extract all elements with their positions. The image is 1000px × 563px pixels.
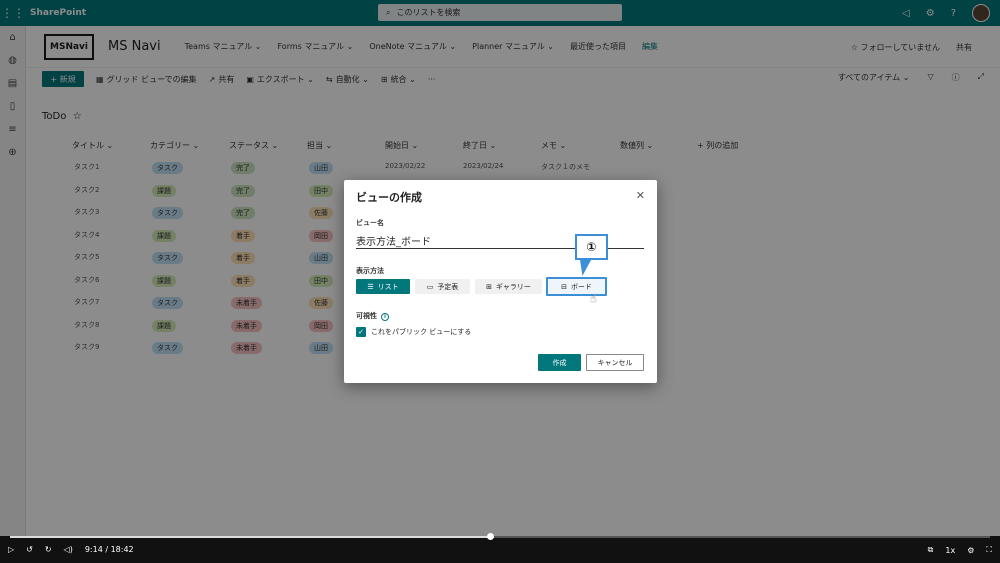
public-view-checkbox[interactable]: ✓ [356, 327, 366, 337]
calendar-icon: ▭ [426, 282, 434, 291]
view-name-label: ビュー名 [356, 219, 384, 227]
display-method-label: 表示方法 [356, 267, 384, 275]
video-progress-bar[interactable] [10, 533, 990, 540]
video-progress-knob[interactable] [487, 533, 495, 540]
public-view-option[interactable]: ✓ これをパブリック ビューにする [356, 327, 471, 337]
volume-icon[interactable]: ◁) [64, 545, 73, 554]
video-controls-right: ⧉ 1x ⚙ ⛶ [928, 545, 992, 555]
view-type-gallery-button[interactable]: ⊞ ギャラリー [475, 279, 542, 294]
settings-icon[interactable]: ⚙ [967, 546, 974, 555]
view-type-list-label: リスト [377, 282, 399, 291]
forward-icon[interactable]: ↻ [45, 545, 52, 554]
video-time: 9:14 / 18:42 [84, 545, 134, 554]
picture-in-picture-icon[interactable]: ⧉ [928, 545, 934, 555]
visibility-label-text: 可視性 [356, 312, 377, 320]
create-button[interactable]: 作成 [538, 354, 581, 371]
info-icon[interactable]: i [381, 313, 389, 321]
play-icon[interactable]: ▷ [8, 545, 14, 554]
hand-cursor-icon: ☝ [590, 292, 597, 305]
view-type-board-label: ボード [570, 282, 592, 291]
video-progress-fill [10, 536, 491, 538]
rewind-icon[interactable]: ↺ [26, 545, 33, 554]
fullscreen-icon[interactable]: ⛶ [986, 545, 992, 555]
close-icon[interactable]: ✕ [636, 189, 645, 202]
playback-speed[interactable]: 1x [945, 546, 955, 555]
board-icon: ⊟ [561, 282, 567, 291]
gallery-icon: ⊞ [486, 282, 492, 291]
video-controls: ▷ ↺ ↻ ◁) 9:14 / 18:42 ⧉ 1x ⚙ ⛶ [0, 533, 1000, 563]
view-type-gallery-label: ギャラリー [495, 282, 531, 291]
video-controls-left: ▷ ↺ ↻ ◁) 9:14 / 18:42 [8, 545, 134, 554]
create-view-dialog: ビューの作成 ✕ ビュー名 表示方法 ☰リスト ▭予定表 ⊞ギャラリー ⊟ボード… [344, 180, 657, 383]
view-type-list-button[interactable]: ☰ リスト [356, 279, 410, 294]
cancel-button[interactable]: キャンセル [586, 354, 644, 371]
public-view-checkbox-label: これをパブリック ビューにする [371, 328, 472, 336]
list-icon: ☰ [367, 282, 374, 291]
view-type-calendar-button[interactable]: ▭ 予定表 [415, 279, 470, 294]
dialog-title: ビューの作成 [356, 191, 422, 204]
view-type-calendar-label: 予定表 [437, 282, 459, 291]
step-callout: ① [575, 234, 608, 260]
view-type-board-button[interactable]: ⊟ ボード [546, 277, 607, 296]
visibility-label: 可視性 i [356, 311, 389, 321]
